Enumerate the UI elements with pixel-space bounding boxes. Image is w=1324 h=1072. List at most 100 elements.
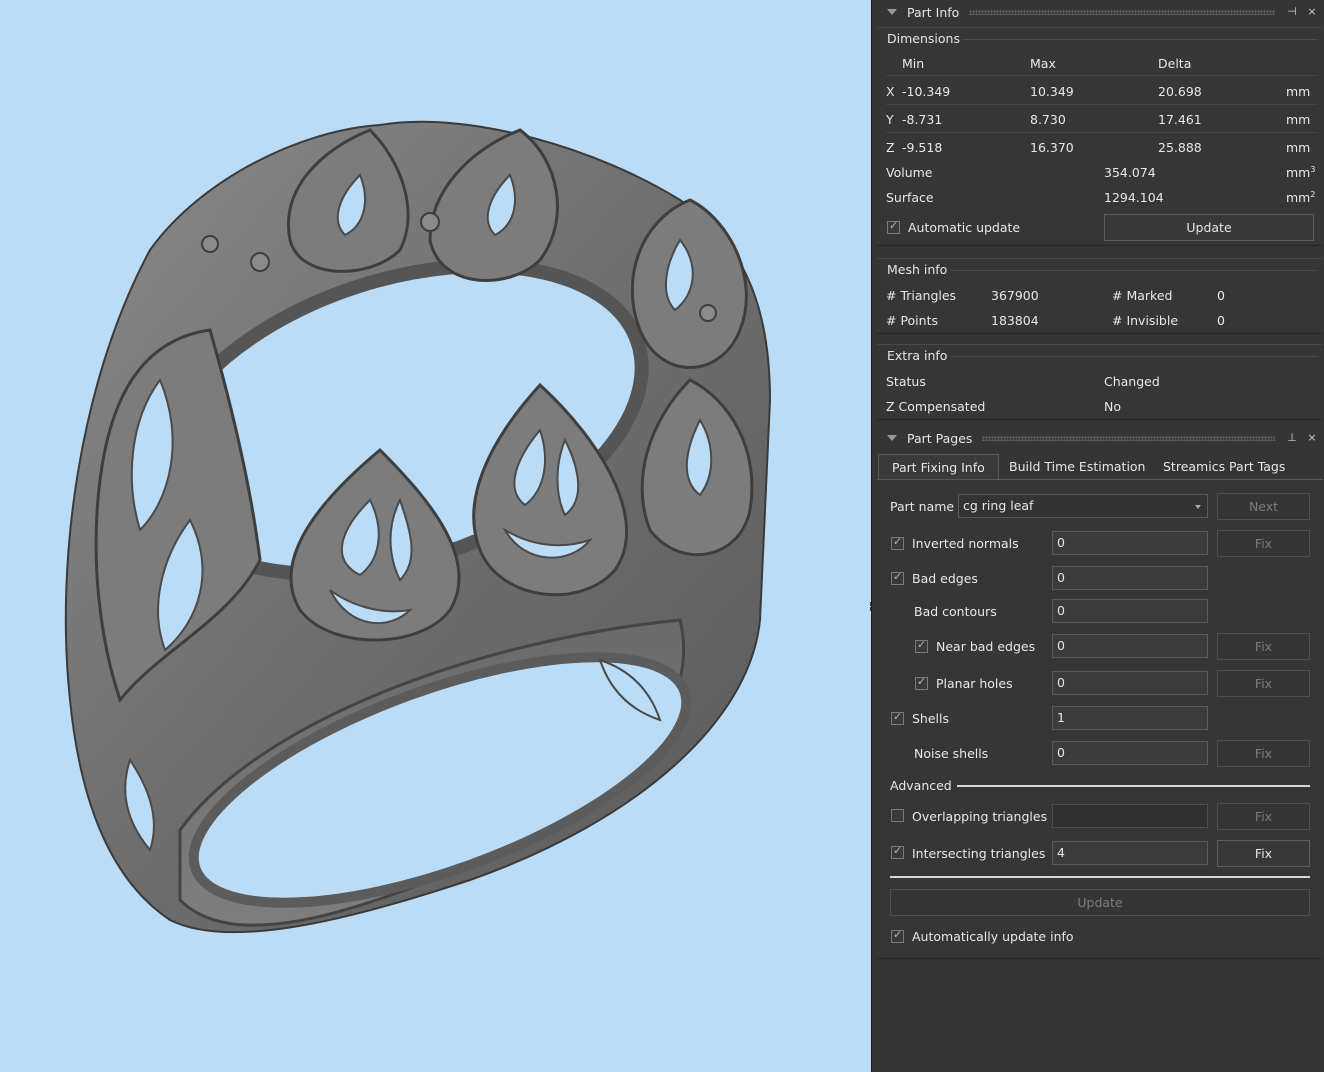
fix-intersecting-triangles-button[interactable]: Fix xyxy=(1217,840,1310,867)
axis-x-label: X xyxy=(886,84,895,99)
inverted-normals-field[interactable]: 0 xyxy=(1052,531,1208,555)
chevron-down-icon xyxy=(1195,505,1201,509)
invisible-label: # Invisible xyxy=(1112,313,1179,328)
fix-noise-shells-button[interactable]: Fix xyxy=(1217,740,1310,767)
y-min: -8.731 xyxy=(902,112,943,127)
header-min: Min xyxy=(902,56,925,71)
volume-label: Volume xyxy=(886,165,933,180)
extra-info-label: Extra info xyxy=(887,348,948,363)
auto-update-info-label: Automatically update info xyxy=(912,929,1074,944)
tab-build-time-estimation[interactable]: Build Time Estimation xyxy=(996,454,1158,480)
overlapping-triangles-checkbox[interactable] xyxy=(891,809,904,822)
x-min: -10.349 xyxy=(902,84,951,99)
part-info-title: Part Info xyxy=(907,4,960,20)
bad-edges-label: Bad edges xyxy=(912,571,978,586)
y-delta: 17.461 xyxy=(1158,112,1202,127)
z-delta: 25.888 xyxy=(1158,140,1202,155)
z-max: 16.370 xyxy=(1030,140,1074,155)
automatic-update-label: Automatic update xyxy=(908,220,1021,235)
planar-holes-label: Planar holes xyxy=(936,676,1013,691)
header-delta: Delta xyxy=(1158,56,1192,71)
triangles-value: 367900 xyxy=(991,288,1039,303)
near-bad-edges-checkbox[interactable] xyxy=(915,638,928,653)
advanced-label: Advanced xyxy=(890,778,952,793)
side-panel: Part Info ⊣ × Dimensions Min Max Delta X… xyxy=(871,0,1324,1072)
planar-holes-checkbox[interactable] xyxy=(915,675,928,690)
z-compensated-value: No xyxy=(1104,399,1121,414)
surface-value: 1294.104 xyxy=(1104,190,1164,205)
mesh-info-group: Mesh info # Triangles 367900 # Marked 0 … xyxy=(877,258,1323,334)
points-value: 183804 xyxy=(991,313,1039,328)
inverted-normals-label: Inverted normals xyxy=(912,536,1019,551)
close-icon[interactable]: × xyxy=(1305,5,1319,19)
titlebar-grip xyxy=(969,9,1275,15)
pin-icon[interactable]: ⊥ xyxy=(1285,431,1299,445)
bad-edges-field[interactable]: 0 xyxy=(1052,566,1208,590)
surface-unit: mm2 xyxy=(1286,190,1316,206)
inverted-normals-checkbox[interactable] xyxy=(891,535,904,550)
noise-shells-field[interactable]: 0 xyxy=(1052,741,1208,765)
advanced-separator xyxy=(957,785,1310,787)
part-pages-update-button[interactable]: Update xyxy=(890,889,1310,916)
invisible-value: 0 xyxy=(1217,313,1225,328)
x-max: 10.349 xyxy=(1030,84,1074,99)
z-unit: mm xyxy=(1286,140,1311,155)
overlapping-triangles-field[interactable] xyxy=(1052,804,1208,828)
marked-label: # Marked xyxy=(1112,288,1173,303)
collapse-arrow-icon[interactable] xyxy=(887,435,897,441)
3d-viewport[interactable] xyxy=(0,0,871,1072)
noise-shells-label: Noise shells xyxy=(914,746,989,761)
dimensions-group: Dimensions Min Max Delta X -10.349 10.34… xyxy=(877,27,1323,246)
marked-value: 0 xyxy=(1217,288,1225,303)
part-info-titlebar[interactable]: Part Info ⊣ × xyxy=(872,0,1324,24)
titlebar-grip xyxy=(982,435,1275,441)
shells-checkbox[interactable] xyxy=(891,710,904,725)
part-name-label: Part name xyxy=(890,499,955,514)
status-label: Status xyxy=(886,374,926,389)
y-max: 8.730 xyxy=(1030,112,1066,127)
intersecting-triangles-checkbox[interactable] xyxy=(891,844,904,859)
fix-planar-holes-button[interactable]: Fix xyxy=(1217,670,1310,697)
pin-icon[interactable]: ⊣ xyxy=(1285,5,1299,19)
dimensions-update-button[interactable]: Update xyxy=(1104,214,1314,241)
bad-contours-field[interactable]: 0 xyxy=(1052,599,1208,623)
part-name-combo[interactable]: cg ring leaf xyxy=(958,494,1208,518)
intersecting-triangles-field[interactable]: 4 xyxy=(1052,841,1208,865)
planar-holes-field[interactable]: 0 xyxy=(1052,671,1208,695)
automatic-update-checkbox[interactable] xyxy=(887,219,900,234)
next-button[interactable]: Next xyxy=(1217,493,1310,520)
part-pages-titlebar[interactable]: Part Pages ⊥ × xyxy=(872,426,1324,450)
tab-streamics-part-tags[interactable]: Streamics Part Tags xyxy=(1150,454,1298,480)
y-unit: mm xyxy=(1286,112,1311,127)
axis-y-label: Y xyxy=(886,112,894,127)
intersecting-triangles-label: Intersecting triangles xyxy=(912,846,1046,861)
x-delta: 20.698 xyxy=(1158,84,1202,99)
x-unit: mm xyxy=(1286,84,1311,99)
surface-label: Surface xyxy=(886,190,934,205)
shells-field[interactable]: 1 xyxy=(1052,706,1208,730)
fix-near-bad-edges-button[interactable]: Fix xyxy=(1217,633,1310,660)
near-bad-edges-label: Near bad edges xyxy=(936,639,1036,654)
dimensions-label: Dimensions xyxy=(887,31,960,46)
extra-info-group: Extra info Status Changed Z Compensated … xyxy=(877,344,1323,420)
header-max: Max xyxy=(1030,56,1056,71)
bad-edges-checkbox[interactable] xyxy=(891,570,904,585)
auto-update-info-checkbox[interactable] xyxy=(891,928,904,943)
overlapping-triangles-label: Overlapping triangles xyxy=(912,809,1048,824)
part-fixing-info-page: Part name cg ring leaf Next Inverted nor… xyxy=(877,479,1323,959)
points-label: # Points xyxy=(886,313,938,328)
volume-value: 354.074 xyxy=(1104,165,1156,180)
z-compensated-label: Z Compensated xyxy=(886,399,986,414)
fix-overlapping-triangles-button[interactable]: Fix xyxy=(1217,803,1310,830)
bad-contours-label: Bad contours xyxy=(914,604,997,619)
part-pages-title: Part Pages xyxy=(907,430,973,446)
status-value: Changed xyxy=(1104,374,1160,389)
close-icon[interactable]: × xyxy=(1305,431,1319,445)
triangles-label: # Triangles xyxy=(886,288,957,303)
near-bad-edges-field[interactable]: 0 xyxy=(1052,634,1208,658)
ring-model[interactable] xyxy=(0,0,871,1072)
tab-part-fixing-info[interactable]: Part Fixing Info xyxy=(878,454,999,480)
fix-inverted-normals-button[interactable]: Fix xyxy=(1217,530,1310,557)
collapse-arrow-icon[interactable] xyxy=(887,9,897,15)
bottom-separator xyxy=(890,876,1310,878)
